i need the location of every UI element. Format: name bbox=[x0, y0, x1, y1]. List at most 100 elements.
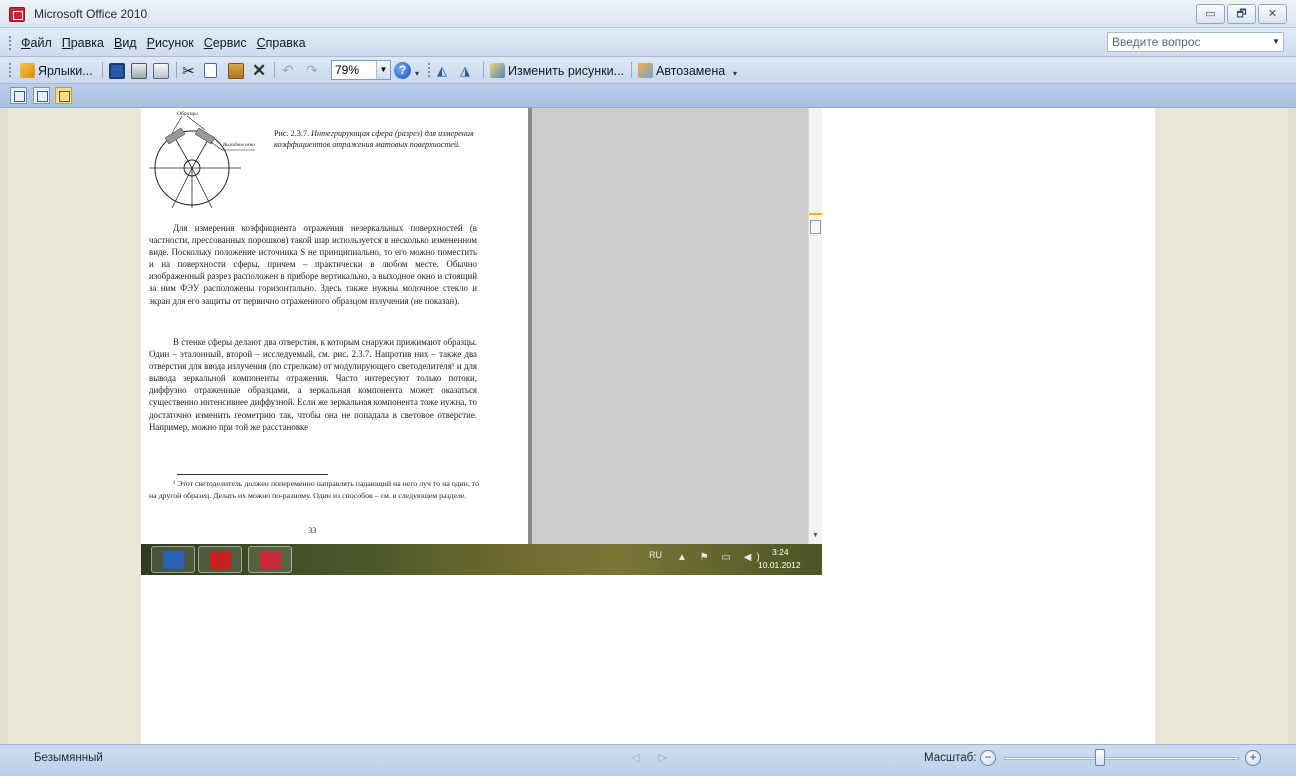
copy-icon bbox=[204, 63, 217, 78]
status-bar: Безымянный ◁ ▷ Масштаб: − + bbox=[0, 744, 1296, 776]
captured-taskbar: RU ▲ ⚑ ▭ ◀) 3:24 10.01.2012 bbox=[141, 544, 822, 575]
file-name: Безымянный bbox=[34, 752, 103, 764]
menu-tools[interactable]: Сервис bbox=[199, 36, 252, 50]
displayed-picture[interactable]: Образцы Выходное окно Рис. 2.3.7. Интегр… bbox=[141, 108, 822, 575]
menu-picture-label: исунок bbox=[154, 36, 194, 50]
delete-x-icon: ✕ bbox=[252, 60, 267, 80]
restore-button[interactable]: 🗗 bbox=[1227, 4, 1256, 24]
ask-question-placeholder: Введите вопрос bbox=[1112, 35, 1201, 49]
menu-view[interactable]: Вид bbox=[109, 36, 142, 50]
toolbar-separator bbox=[176, 62, 177, 78]
taskbar-pdf-button bbox=[198, 546, 242, 573]
undo-icon: ↶ bbox=[282, 62, 294, 78]
rotate-left-button[interactable]: ◭ bbox=[437, 61, 447, 80]
menu-file-label: айл bbox=[30, 36, 52, 50]
toolbar-separator bbox=[274, 62, 275, 78]
menu-tools-label: ервис bbox=[212, 36, 247, 50]
menu-picture[interactable]: Рисунок bbox=[142, 36, 199, 50]
menu-bar: Файл Правка Вид Рисунок Сервис Справка В… bbox=[0, 28, 1296, 57]
tray-icons: ▲ ⚑ ▭ ◀) bbox=[677, 552, 765, 563]
close-button[interactable]: ✕ bbox=[1258, 4, 1287, 24]
redo-icon: ↷ bbox=[306, 62, 318, 78]
thumbnail-view-icon[interactable] bbox=[10, 87, 27, 104]
office-app-icon[interactable] bbox=[9, 7, 25, 22]
toolbar-separator bbox=[483, 62, 484, 78]
shortcuts-button[interactable]: Ярлыки... bbox=[20, 61, 93, 80]
menu-view-label: ид bbox=[122, 36, 137, 50]
zoom-in-icon[interactable]: + bbox=[1245, 750, 1261, 766]
edit-pictures-button[interactable]: Изменить рисунки... bbox=[490, 61, 624, 80]
tray-language: RU bbox=[649, 550, 662, 560]
zoom-slider-track[interactable] bbox=[1004, 757, 1239, 760]
rotate-right-icon: ◮ bbox=[460, 62, 470, 78]
toolbar-options-icon[interactable]: ▾ bbox=[733, 69, 737, 78]
help-icon: ? bbox=[394, 62, 411, 79]
integrating-sphere-figure: Образцы Выходное окно bbox=[149, 110, 255, 209]
window-title: Microsoft Office 2010 bbox=[34, 7, 148, 21]
menu-help-accel: С bbox=[256, 36, 266, 50]
menu-edit-label: равка bbox=[70, 36, 104, 50]
menu-edit-accel: П bbox=[61, 36, 71, 50]
undo-button[interactable]: ↶ bbox=[282, 61, 294, 80]
taskbar-office-button bbox=[248, 546, 292, 573]
menu-file[interactable]: Файл bbox=[16, 36, 57, 50]
single-picture-view-icon[interactable] bbox=[55, 87, 72, 104]
toolbar-options-icon[interactable]: ▾ bbox=[415, 69, 419, 78]
save-button[interactable] bbox=[109, 61, 125, 80]
scissors-icon: ✂ bbox=[182, 62, 195, 80]
scroll-down-arrow-icon: ▼ bbox=[812, 532, 819, 539]
right-margin bbox=[1155, 108, 1296, 744]
paste-icon bbox=[228, 62, 244, 79]
rotate-right-button[interactable]: ◮ bbox=[460, 61, 470, 80]
mail-icon bbox=[153, 62, 169, 79]
toolbar-grip[interactable] bbox=[9, 63, 12, 77]
scroll-position-mark bbox=[809, 213, 822, 215]
chevron-down-icon[interactable]: ▼ bbox=[376, 61, 390, 79]
tray-clock-time: 3:24 bbox=[772, 547, 789, 557]
edit-pictures-label: Изменить рисунки... bbox=[508, 63, 625, 78]
scroll-thumb bbox=[810, 220, 821, 234]
title-bar: Microsoft Office 2010 ▭ 🗗 ✕ bbox=[0, 0, 1296, 28]
view-mode-bar bbox=[0, 84, 1296, 108]
menu-edit[interactable]: Правка bbox=[57, 36, 109, 50]
delete-button[interactable]: ✕ bbox=[252, 61, 266, 80]
shortcuts-label: Ярлыки... bbox=[38, 63, 93, 78]
document-background bbox=[532, 108, 808, 544]
filmstrip-view-icon[interactable] bbox=[33, 87, 50, 104]
chevron-down-icon[interactable]: ▼ bbox=[1270, 34, 1282, 50]
paragraph-2: В стенке сферы делают два отверстия, к к… bbox=[149, 337, 477, 432]
toolbar-grip[interactable] bbox=[428, 63, 431, 77]
redo-button[interactable]: ↷ bbox=[306, 61, 318, 80]
cut-button[interactable]: ✂ bbox=[182, 61, 195, 80]
taskbar-word-button bbox=[151, 546, 195, 573]
zoom-select-value: 79% bbox=[335, 63, 360, 77]
copy-button[interactable] bbox=[204, 61, 217, 80]
edit-pictures-icon bbox=[490, 63, 505, 78]
help-button[interactable]: ? bbox=[394, 61, 411, 80]
zoom-select[interactable]: 79% ▼ bbox=[331, 60, 391, 80]
menu-help-label: правка bbox=[265, 36, 306, 50]
print-button[interactable] bbox=[131, 61, 147, 80]
word-icon bbox=[163, 551, 184, 569]
figure-label-samples: Образцы bbox=[177, 110, 198, 117]
footnote-text: ¹ Этот светоделитель должен попеременно … bbox=[149, 479, 479, 500]
page-number: 33 bbox=[308, 525, 317, 535]
menu-help[interactable]: Справка bbox=[252, 36, 311, 50]
autocorrect-button[interactable]: Автозамена bbox=[638, 61, 725, 80]
save-icon bbox=[109, 62, 125, 79]
scanned-document-page: Образцы Выходное окно Рис. 2.3.7. Интегр… bbox=[141, 108, 528, 544]
zoom-slider-thumb[interactable] bbox=[1095, 749, 1106, 766]
window-controls: ▭ 🗗 ✕ bbox=[1196, 4, 1287, 24]
figure-caption: Рис. 2.3.7. Интегрирующая сфера (разрез)… bbox=[274, 128, 474, 150]
picture-viewer-area: Образцы Выходное окно Рис. 2.3.7. Интегр… bbox=[0, 108, 1296, 744]
menu-picture-accel: Р bbox=[146, 36, 155, 50]
zoom-out-icon[interactable]: − bbox=[980, 750, 996, 766]
captured-scrollbar: ▼ bbox=[808, 108, 822, 544]
send-mail-button[interactable] bbox=[153, 61, 169, 80]
menubar-grip[interactable] bbox=[9, 36, 12, 50]
rotate-left-icon: ◭ bbox=[437, 62, 447, 78]
ask-question-input[interactable]: Введите вопрос ▼ bbox=[1107, 32, 1284, 52]
picture-nav-arrows-icon[interactable]: ◁ ▷ bbox=[631, 751, 675, 764]
paste-button[interactable] bbox=[228, 61, 244, 80]
minimize-button[interactable]: ▭ bbox=[1196, 4, 1225, 24]
